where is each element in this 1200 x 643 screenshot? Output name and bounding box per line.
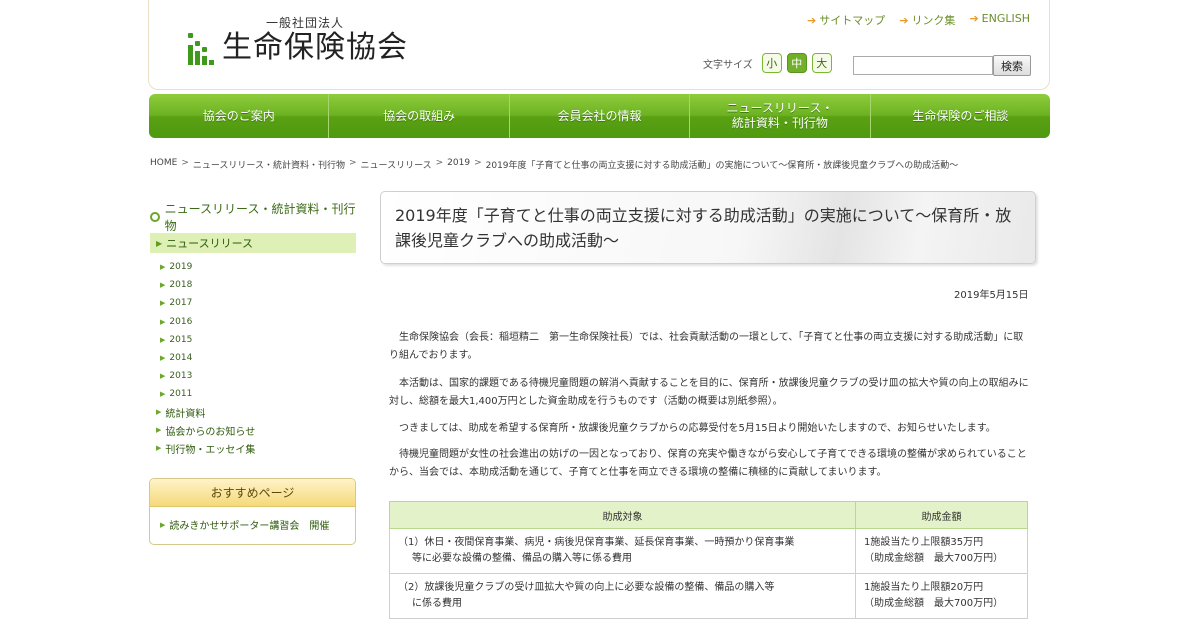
article-paragraph: つきましては、助成を希望する保育所・放課後児童クラブからの応募受付を5月15日よ…	[399, 423, 996, 434]
article-title-box: 2019年度「子育てと仕事の両立支援に対する助成活動」の実施について～保育所・放…	[380, 191, 1036, 264]
chevron-right-icon: >	[348, 158, 357, 168]
sidebar-year-item[interactable]: ▶ 2017	[160, 294, 192, 312]
logo-subtitle: 一般社団法人	[266, 16, 345, 30]
recommended-link[interactable]: ▶ 読みきかせサポーター講習会 開催	[150, 507, 355, 533]
triangle-right-icon: ▶	[160, 281, 166, 290]
triangle-right-icon: ▶	[160, 372, 166, 381]
triangle-right-icon: ▶	[160, 263, 166, 272]
column-header-target: 助成対象	[389, 501, 856, 529]
sidebar-year-item[interactable]: ▶ 2014	[160, 349, 192, 367]
breadcrumb-year[interactable]: 2019	[447, 158, 470, 171]
sidebar-year-list: ▶ 2019 ▶ 2018 ▶ 2017 ▶ 2016 ▶ 2015 ▶ 2014 ▶ 201…	[160, 258, 192, 404]
font-size-label: 文字サイズ	[703, 59, 753, 71]
font-size-switcher: 文字サイズ 小 中 大	[703, 53, 832, 73]
utility-links: ➔ サイトマップ ➔ リンク集 ➔ ENGLISH	[807, 12, 1030, 28]
article-paragraph: 待機児童問題が女性の社会進出の妨げの一因となっており、保育の充実や働きながら安心…	[389, 449, 1027, 478]
article-paragraph: 本活動は、国家的課題である待機児童問題の解消へ貢献することを目的に、保育所・放課…	[389, 378, 1029, 407]
global-nav: 協会のご案内 協会の取組み 会員会社の情報 ニュースリリース・ 統計資料・刊行物…	[149, 94, 1050, 138]
table-cell-amount: 1施設当たり上限額20万円 （助成金総額 最大700万円）	[855, 573, 1028, 619]
circle-bullet-icon	[150, 212, 160, 222]
table-row: （2）放課後児童クラブの受け皿拡大や質の向上に必要な設備の整備、備品の購入等 に…	[389, 573, 1028, 619]
search-button[interactable]: 検索	[993, 55, 1031, 76]
triangle-right-icon: ▶	[156, 408, 162, 416]
triangle-right-icon: ▶	[160, 335, 166, 344]
breadcrumb-home[interactable]: HOME	[150, 158, 177, 171]
page-title: 2019年度「子育てと仕事の両立支援に対する助成活動」の実施について～保育所・放…	[395, 206, 1012, 250]
sidebar-item-announcements[interactable]: ▶ 協会からのお知らせ	[156, 421, 255, 439]
sidebar-year-item[interactable]: ▶ 2013	[160, 367, 192, 385]
breadcrumb: HOME > ニュースリリース・統計資料・刊行物 > ニュースリリース > 2019 >…	[150, 158, 958, 171]
arrow-right-icon: ➔	[807, 14, 817, 27]
font-size-small-button[interactable]: 小	[761, 53, 782, 73]
sidebar-year-item[interactable]: ▶ 2016	[160, 313, 192, 331]
article-paragraph: 生命保険協会（会長：稲垣精二 第一生命保険社長）では、社会貢献活動の一環として、…	[389, 332, 1024, 361]
sidebar-year-item[interactable]: ▶ 2019	[160, 258, 192, 276]
font-size-medium-button[interactable]: 中	[786, 53, 807, 73]
triangle-right-icon: ▶	[160, 354, 166, 363]
publish-date: 2019年5月15日	[954, 290, 1029, 301]
table-header-row: 助成対象 助成金額	[389, 501, 1028, 529]
sidebar-year-item[interactable]: ▶ 2015	[160, 331, 192, 349]
font-size-large-button[interactable]: 大	[811, 53, 832, 73]
search-input[interactable]	[853, 56, 993, 75]
recommended-title: おすすめページ	[150, 479, 355, 507]
nav-news-releases[interactable]: ニュースリリース・ 統計資料・刊行物	[690, 94, 871, 138]
column-header-amount: 助成金額	[855, 501, 1028, 529]
sidebar-item-news-releases[interactable]: ▶ ニュースリリース	[150, 233, 356, 253]
triangle-right-icon: ▶	[156, 238, 163, 248]
english-link[interactable]: ➔ ENGLISH	[969, 12, 1030, 28]
site-logo[interactable]: 一般社団法人 生命保険協会	[188, 14, 408, 65]
sidebar-links: ▶ 統計資料 ▶ 協会からのお知らせ ▶ 刊行物・エッセイ集	[156, 403, 255, 457]
logo-title: 生命保険協会	[222, 30, 408, 65]
sidebar-item-publications[interactable]: ▶ 刊行物・エッセイ集	[156, 439, 255, 457]
breadcrumb-news-releases[interactable]: ニュースリリース	[361, 158, 432, 171]
table-cell-target: （1）休日・夜間保育事業、病児・病後児保育事業、延長保育事業、一時預かり保育事業…	[389, 528, 856, 574]
breadcrumb-current: 2019年度「子育てと仕事の両立支援に対する助成活動」の実施について～保育所・放…	[485, 161, 959, 171]
chevron-right-icon: >	[435, 158, 444, 168]
links-link[interactable]: ➔ リンク集	[899, 12, 955, 28]
chevron-right-icon: >	[181, 158, 189, 168]
breadcrumb-news-section[interactable]: ニュースリリース・統計資料・刊行物	[193, 158, 345, 171]
recommended-box: おすすめページ ▶ 読みきかせサポーター講習会 開催	[149, 478, 356, 545]
sidebar-item-statistics[interactable]: ▶ 統計資料	[156, 403, 255, 421]
nav-initiatives[interactable]: 協会の取組み	[329, 94, 510, 138]
triangle-right-icon: ▶	[160, 520, 166, 529]
sidebar-year-item[interactable]: ▶ 2018	[160, 276, 192, 294]
triangle-right-icon: ▶	[156, 444, 162, 452]
triangle-right-icon: ▶	[160, 299, 166, 308]
table-cell-amount: 1施設当たり上限額35万円 （助成金総額 最大700万円）	[855, 528, 1028, 574]
nav-consultation[interactable]: 生命保険のご相談	[870, 94, 1050, 138]
arrow-right-icon: ➔	[899, 14, 909, 27]
triangle-right-icon: ▶	[160, 317, 166, 326]
table-row: （1）休日・夜間保育事業、病児・病後児保育事業、延長保育事業、一時預かり保育事業…	[389, 528, 1028, 574]
triangle-right-icon: ▶	[156, 426, 162, 434]
nav-member-companies[interactable]: 会員会社の情報	[509, 94, 691, 138]
grant-table: 助成対象 助成金額 （1）休日・夜間保育事業、病児・病後児保育事業、延長保育事業…	[389, 501, 1028, 619]
chevron-right-icon: >	[474, 158, 482, 168]
table-cell-target: （2）放課後児童クラブの受け皿拡大や質の向上に必要な設備の整備、備品の購入等 に…	[389, 573, 856, 619]
arrow-right-icon: ➔	[969, 12, 979, 25]
logo-mark-icon	[188, 29, 214, 65]
triangle-right-icon: ▶	[160, 390, 166, 399]
sidebar-year-item[interactable]: ▶ 2011	[160, 385, 192, 403]
nav-about[interactable]: 協会のご案内	[149, 94, 330, 138]
sitemap-link[interactable]: ➔ サイトマップ	[807, 12, 885, 28]
